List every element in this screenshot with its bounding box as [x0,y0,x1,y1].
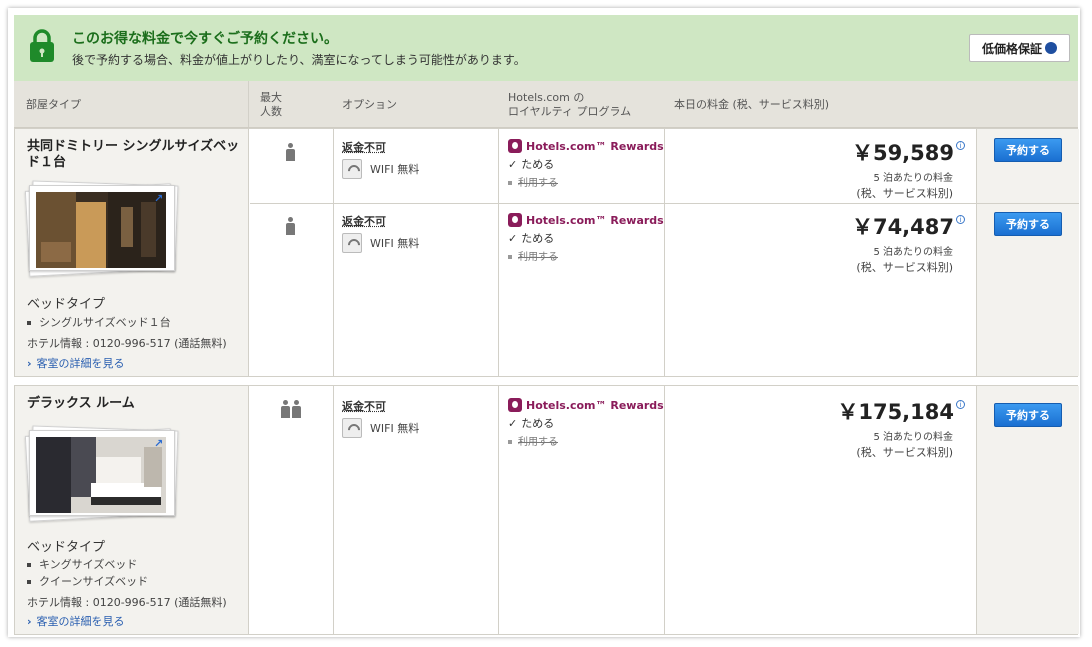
room-name: 共同ドミトリー シングルサイズベッド１台 [27,139,240,170]
wifi-option: WIFI 無料 [342,233,419,253]
room-row-deluxe: デラックス ルーム ↗ ベッドタイプ キングサイズベッド クイーンサイズベッド … [14,385,1079,635]
bed-item: シングルサイズベッド１台 [27,314,171,330]
guarantee-badge-icon [1045,42,1057,54]
book-button[interactable]: 予約する [994,138,1062,162]
room-details-link[interactable]: › 客室の詳細を見る [27,613,125,629]
rate-price: ￥59,589 i 5 泊あたりの料金 (税、サービス料別) [852,137,965,201]
rewards-logo-icon [508,398,522,412]
header-room-type: 部屋タイプ [26,98,81,111]
non-refundable-label[interactable]: 返金不可 [342,213,386,229]
non-refundable-label[interactable]: 返金不可 [342,398,386,414]
room-row-dormitory: 共同ドミトリー シングルサイズベッド１台 ↗ ベッドタイプ シングルサイズベッド… [14,128,1079,377]
info-icon[interactable]: i [956,400,965,409]
room-name: デラックス ルーム [27,396,135,411]
person-icon [292,400,301,419]
bed-type-heading: ベッドタイプ [27,297,106,312]
rewards-program: Hotels.com™ Rewards ✓ ためる 利用する [508,139,664,189]
room-photo[interactable]: ↗ [24,180,182,277]
room-photo[interactable]: ↗ [24,425,182,522]
wifi-icon [342,233,362,253]
person-icon [281,400,290,419]
bed-type-heading: ベッドタイプ [27,540,106,555]
header-max-guests: 最大 人数 [260,91,282,118]
rewards-program: Hotels.com™ Rewards ✓ ためる 利用する [508,213,664,263]
wifi-icon [342,159,362,179]
table-header: 部屋タイプ 最大 人数 オプション Hotels.com の ロイヤルティ プロ… [14,81,1078,128]
bed-item: キングサイズベッド [27,556,137,572]
book-button[interactable]: 予約する [994,403,1062,427]
rate-price: ￥175,184 i 5 泊あたりの料金 (税、サービス料別) [837,396,965,460]
hotel-phone: ホテル情報 : 0120-996-517 (通話無料) [27,337,227,350]
header-loyalty: Hotels.com の ロイヤルティ プログラム [508,91,632,118]
room-info-cell: デラックス ルーム ↗ ベッドタイプ キングサイズベッド クイーンサイズベッド … [15,386,249,634]
header-price: 本日の料金 (税、サービス料別) [674,98,830,111]
room-details-link[interactable]: › 客室の詳細を見る [27,355,125,371]
hotel-phone: ホテル情報 : 0120-996-517 (通話無料) [27,596,227,609]
deluxe-room-photo [36,437,166,513]
chevron-right-icon: › [27,357,32,370]
bed-item: クイーンサイズベッド [27,573,148,589]
lock-icon [30,29,54,62]
expand-arrow-icon: ↗ [154,437,164,450]
rewards-logo-icon [508,213,522,227]
person-icon [286,143,295,162]
promo-banner: このお得な料金で今すぐご予約ください。 後で予約する場合、料金が値上がりしたり、… [14,15,1078,81]
expand-arrow-icon: ↗ [154,192,164,205]
banner-subtitle: 後で予約する場合、料金が値上がりしたり、満室になってしまう可能性があります。 [72,53,526,67]
non-refundable-label[interactable]: 返金不可 [342,139,386,155]
wifi-icon [342,418,362,438]
info-icon[interactable]: i [956,215,965,224]
rewards-logo-icon [508,139,522,153]
wifi-option: WIFI 無料 [342,159,419,179]
book-button[interactable]: 予約する [994,212,1062,236]
rewards-program: Hotels.com™ Rewards ✓ ためる 利用する [508,398,664,448]
booking-panel: このお得な料金で今すぐご予約ください。 後で予約する場合、料金が値上がりしたり、… [8,8,1080,637]
rate-price: ￥74,487 i 5 泊あたりの料金 (税、サービス料別) [852,211,965,275]
price-guarantee-button[interactable]: 低価格保証 [969,34,1070,62]
guarantee-label: 低価格保証 [981,41,1042,56]
header-options: オプション [342,98,397,111]
wifi-option: WIFI 無料 [342,418,419,438]
info-icon[interactable]: i [956,141,965,150]
banner-title: このお得な料金で今すぐご予約ください。 [72,31,338,47]
dormitory-photo [36,192,166,268]
person-icon [286,217,295,236]
room-info-cell: 共同ドミトリー シングルサイズベッド１台 ↗ ベッドタイプ シングルサイズベッド… [15,129,249,376]
chevron-right-icon: › [27,615,32,628]
